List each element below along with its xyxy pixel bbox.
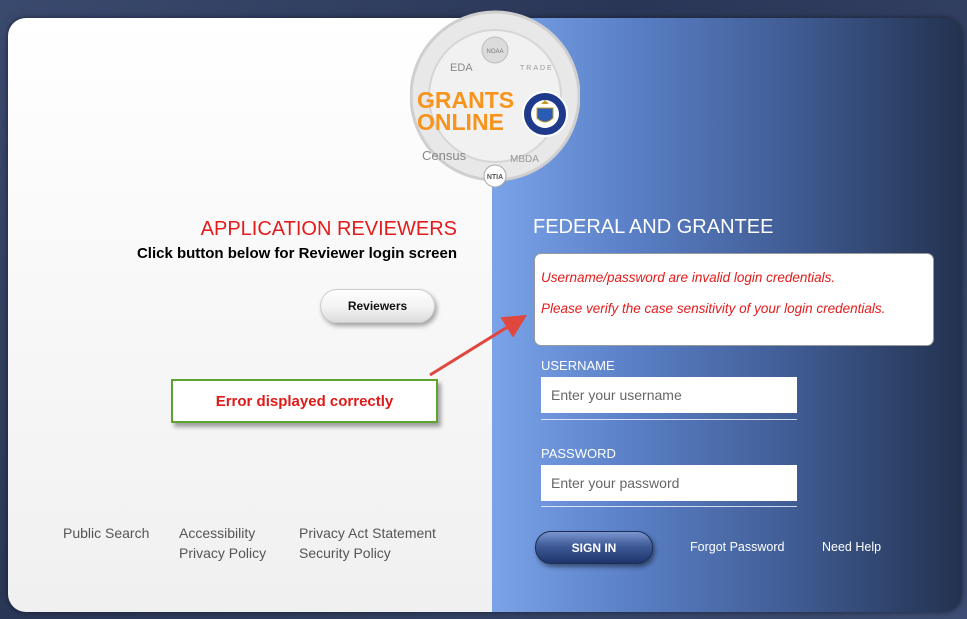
security-policy-link[interactable]: Security Policy (299, 545, 391, 561)
logo-agency-census: Census (422, 148, 467, 163)
grants-online-seal-logo: NOAA EDA TRADE GRANTS ONLINE Census MBDA… (410, 10, 580, 188)
logo-agency-eda: EDA (450, 62, 473, 74)
username-input[interactable] (541, 377, 797, 413)
reviewers-heading: APPLICATION REVIEWERS (200, 218, 457, 240)
logo-agency-ntia: NTIA (487, 174, 503, 181)
logo-line-online: ONLINE (417, 109, 504, 135)
logo-agency-trade: TRADE (520, 65, 554, 72)
annotation-arrow (429, 314, 528, 377)
logo-agency-noaa: NOAA (486, 49, 503, 55)
password-underline (541, 506, 797, 507)
password-input[interactable] (541, 465, 797, 501)
error-message-box: Username/password are invalid login cred… (534, 253, 934, 346)
error-message-invalid: Username/password are invalid login cred… (541, 270, 836, 285)
public-search-link[interactable]: Public Search (63, 525, 149, 541)
privacy-act-statement-link[interactable]: Privacy Act Statement (299, 525, 436, 541)
error-message-case-sensitivity: Please verify the case sensitivity of yo… (541, 301, 886, 316)
username-underline (541, 419, 797, 420)
accessibility-link[interactable]: Accessibility (179, 525, 255, 541)
sign-in-button[interactable]: SIGN IN (535, 531, 653, 564)
password-label: PASSWORD (541, 446, 616, 461)
reviewers-button[interactable]: Reviewers (320, 289, 435, 323)
annotation-callout: Error displayed correctly (171, 379, 438, 423)
forgot-password-link[interactable]: Forgot Password (690, 540, 784, 554)
privacy-policy-link[interactable]: Privacy Policy (179, 545, 266, 561)
logo-agency-mbda: MBDA (510, 154, 539, 165)
federal-login-heading: FEDERAL AND GRANTEE (533, 216, 774, 238)
need-help-link[interactable]: Need Help (822, 540, 881, 554)
reviewers-instruction: Click button below for Reviewer login sc… (136, 245, 457, 262)
username-label: USERNAME (541, 358, 615, 373)
